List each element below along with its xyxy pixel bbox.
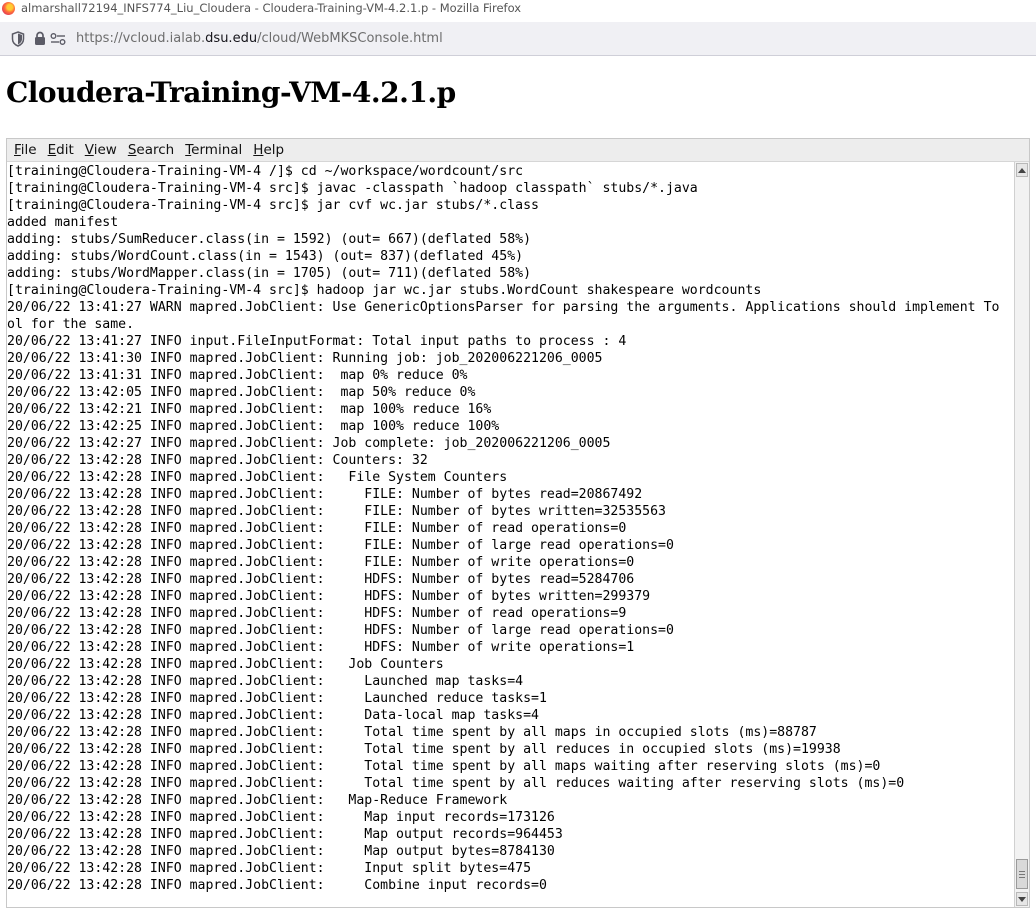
- terminal-line: [training@Cloudera-Training-VM-4 src]$ j…: [7, 181, 698, 196]
- terminal-line: 20/06/22 13:41:27 WARN mapred.JobClient:…: [7, 300, 1000, 315]
- shield-icon[interactable]: [10, 30, 26, 47]
- menu-item-help[interactable]: Help: [248, 140, 289, 160]
- scroll-down-button[interactable]: [1016, 892, 1028, 906]
- terminal-line: 20/06/22 13:42:28 INFO mapred.JobClient:…: [7, 589, 651, 604]
- terminal-line: 20/06/22 13:42:28 INFO mapred.JobClient:…: [7, 759, 881, 774]
- terminal-line: 20/06/22 13:42:27 INFO mapred.JobClient:…: [7, 436, 611, 451]
- terminal-line: ol for the same.: [7, 317, 135, 332]
- terminal-line: 20/06/22 13:42:28 INFO mapred.JobClient:…: [7, 572, 635, 587]
- terminal-line: 20/06/22 13:42:28 INFO mapred.JobClient:…: [7, 623, 674, 638]
- terminal-line: adding: stubs/WordCount.class(in = 1543)…: [7, 249, 524, 264]
- terminal-line: 20/06/22 13:42:28 INFO mapred.JobClient:…: [7, 521, 627, 536]
- page-title: Cloudera-Training-VM-4.2.1.p: [6, 76, 456, 109]
- menu-item-edit[interactable]: Edit: [43, 140, 79, 160]
- terminal-line: 20/06/22 13:42:28 INFO mapred.JobClient:…: [7, 725, 817, 740]
- terminal-line: 20/06/22 13:42:05 INFO mapred.JobClient:…: [7, 385, 476, 400]
- terminal-line: [training@Cloudera-Training-VM-4 /]$ cd …: [7, 164, 524, 179]
- lock-icon[interactable]: [32, 31, 48, 47]
- arrow-down-icon: [1018, 896, 1026, 902]
- terminal-line: 20/06/22 13:42:28 INFO mapred.JobClient:…: [7, 878, 547, 893]
- scroll-up-button[interactable]: [1016, 163, 1028, 177]
- terminal-line: [training@Cloudera-Training-VM-4 src]$ j…: [7, 198, 539, 213]
- terminal-text: [training@Cloudera-Training-VM-4 /]$ cd …: [7, 162, 1015, 894]
- terminal-line: 20/06/22 13:41:30 INFO mapred.JobClient:…: [7, 351, 603, 366]
- firefox-icon: [2, 1, 15, 15]
- terminal-line: 20/06/22 13:42:21 INFO mapred.JobClient:…: [7, 402, 492, 417]
- terminal-line: 20/06/22 13:42:28 INFO mapred.JobClient:…: [7, 674, 524, 689]
- terminal-line: [training@Cloudera-Training-VM-4 src]$ h…: [7, 283, 762, 298]
- window-title: almarshall72194_INFS774_Liu_Cloudera - C…: [21, 1, 522, 15]
- terminal-line: 20/06/22 13:42:28 INFO mapred.JobClient:…: [7, 827, 563, 842]
- terminal-line: 20/06/22 13:42:28 INFO mapred.JobClient:…: [7, 810, 555, 825]
- terminal-line: 20/06/22 13:42:28 INFO mapred.JobClient:…: [7, 657, 444, 672]
- terminal-line: adding: stubs/SumReducer.class(in = 1592…: [7, 232, 532, 247]
- url-text[interactable]: https://vcloud.ialab.dsu.edu/cloud/WebMK…: [76, 31, 443, 46]
- terminal-line: 20/06/22 13:42:28 INFO mapred.JobClient:…: [7, 504, 666, 519]
- terminal-line: 20/06/22 13:42:28 INFO mapred.JobClient:…: [7, 861, 532, 876]
- terminal-line: 20/06/22 13:42:28 INFO mapred.JobClient:…: [7, 487, 643, 502]
- menu-item-terminal[interactable]: Terminal: [180, 140, 247, 160]
- menu-item-view[interactable]: View: [80, 140, 122, 160]
- terminal-line: 20/06/22 13:42:28 INFO mapred.JobClient:…: [7, 538, 674, 553]
- terminal-line: 20/06/22 13:42:28 INFO mapred.JobClient:…: [7, 776, 905, 791]
- terminal-line: adding: stubs/WordMapper.class(in = 1705…: [7, 266, 532, 281]
- terminal-line: 20/06/22 13:41:27 INFO input.FileInputFo…: [7, 334, 627, 349]
- browser-title-bar: almarshall72194_INFS774_Liu_Cloudera - C…: [0, 0, 1036, 16]
- terminal-line: 20/06/22 13:41:31 INFO mapred.JobClient:…: [7, 368, 468, 383]
- terminal-line: 20/06/22 13:42:28 INFO mapred.JobClient:…: [7, 555, 635, 570]
- terminal-line: 20/06/22 13:42:25 INFO mapred.JobClient:…: [7, 419, 500, 434]
- url-host: dsu.edu: [205, 31, 258, 46]
- terminal-line: 20/06/22 13:42:28 INFO mapred.JobClient:…: [7, 708, 539, 723]
- terminal-line: 20/06/22 13:42:28 INFO mapred.JobClient:…: [7, 742, 841, 757]
- arrow-up-icon: [1018, 167, 1026, 173]
- terminal-menu-bar: File Edit View Search Terminal Help: [7, 139, 1029, 162]
- url-prefix: https://vcloud.ialab.: [76, 31, 206, 46]
- terminal-line: 20/06/22 13:42:28 INFO mapred.JobClient:…: [7, 844, 555, 859]
- vertical-scrollbar[interactable]: [1014, 162, 1029, 907]
- terminal-window[interactable]: File Edit View Search Terminal Help [training…: [6, 138, 1030, 908]
- terminal-line: 20/06/22 13:42:28 INFO mapred.JobClient:…: [7, 453, 428, 468]
- menu-item-file[interactable]: File: [9, 140, 42, 160]
- permissions-icon[interactable]: [50, 31, 66, 47]
- terminal-line: 20/06/22 13:42:28 INFO mapred.JobClient:…: [7, 470, 508, 485]
- url-bar[interactable]: https://vcloud.ialab.dsu.edu/cloud/WebMK…: [0, 22, 1036, 56]
- terminal-line: added manifest: [7, 215, 119, 230]
- scrollbar-thumb[interactable]: [1016, 859, 1028, 889]
- terminal-output[interactable]: [training@Cloudera-Training-VM-4 /]$ cd …: [7, 162, 1015, 907]
- terminal-line: 20/06/22 13:42:28 INFO mapred.JobClient:…: [7, 606, 627, 621]
- terminal-line: 20/06/22 13:42:28 INFO mapred.JobClient:…: [7, 691, 547, 706]
- url-path: /cloud/WebMKSConsole.html: [257, 31, 443, 46]
- menu-item-search[interactable]: Search: [123, 140, 179, 160]
- terminal-line: 20/06/22 13:42:28 INFO mapred.JobClient:…: [7, 640, 635, 655]
- terminal-line: 20/06/22 13:42:28 INFO mapred.JobClient:…: [7, 793, 508, 808]
